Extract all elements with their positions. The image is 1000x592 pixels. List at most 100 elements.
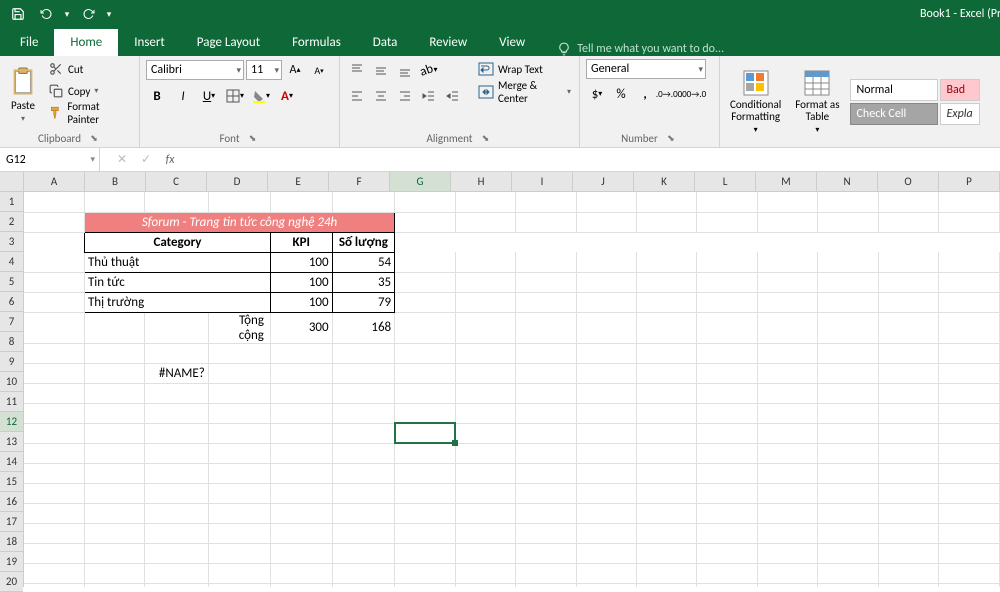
name-box[interactable]: G12 ▾ [0, 148, 100, 171]
clipboard-launcher[interactable]: ⬊ [87, 131, 101, 145]
cell-total-kpi[interactable]: 300 [270, 312, 332, 343]
merge-center-button[interactable]: Merge & Center ▾ [476, 82, 573, 102]
tell-me[interactable]: Tell me what you want to do... [557, 42, 724, 56]
col-header[interactable]: M [756, 172, 817, 191]
cell[interactable]: Tin tức [84, 272, 270, 292]
align-top-button[interactable] [346, 59, 368, 81]
increase-font-button[interactable]: A▴ [284, 59, 306, 81]
col-header[interactable]: H [451, 172, 512, 191]
col-header[interactable]: F [329, 172, 390, 191]
number-launcher[interactable]: ⬊ [664, 131, 678, 145]
row-header[interactable]: 14 [0, 452, 23, 472]
cell[interactable]: Thị trường [84, 292, 270, 312]
format-as-table-button[interactable]: Format as Table▾ [791, 67, 843, 137]
percent-button[interactable]: % [610, 83, 632, 105]
copy-button[interactable]: Copy ▾ [46, 81, 133, 101]
cell[interactable]: 100 [270, 292, 332, 312]
row-header[interactable]: 10 [0, 372, 23, 392]
conditional-formatting-button[interactable]: Conditional Formatting▾ [726, 67, 785, 137]
row-header[interactable]: 11 [0, 392, 23, 412]
tab-formulas[interactable]: Formulas [276, 29, 357, 56]
row-header[interactable]: 17 [0, 512, 23, 532]
number-format-combo[interactable]: General [586, 59, 706, 79]
orientation-button[interactable]: ab▾ [418, 59, 440, 81]
col-header[interactable]: D [207, 172, 268, 191]
bold-button[interactable]: B [146, 85, 168, 107]
font-launcher[interactable]: ⬊ [246, 131, 260, 145]
style-explanatory[interactable]: Expla [940, 103, 980, 125]
align-right-button[interactable] [394, 85, 416, 107]
row-header[interactable]: 20 [0, 572, 23, 592]
row-header[interactable]: 18 [0, 532, 23, 552]
fx-button[interactable]: fx [158, 148, 182, 171]
tab-file[interactable]: File [4, 29, 54, 56]
tab-home[interactable]: Home [54, 29, 118, 56]
col-header[interactable]: A [24, 172, 85, 191]
row-header[interactable]: 8 [0, 332, 23, 352]
cell[interactable]: 35 [332, 272, 395, 292]
align-bottom-button[interactable] [394, 59, 416, 81]
row-header[interactable]: 2 [0, 212, 23, 232]
cell-total-label[interactable]: Tộng cộng [208, 312, 270, 343]
tab-insert[interactable]: Insert [118, 29, 181, 56]
italic-button[interactable]: I [172, 85, 194, 107]
row-header[interactable]: 15 [0, 472, 23, 492]
row-header[interactable]: 16 [0, 492, 23, 512]
col-header[interactable]: B [85, 172, 146, 191]
align-center-button[interactable] [370, 85, 392, 107]
col-header[interactable]: J [573, 172, 634, 191]
col-header[interactable]: I [512, 172, 573, 191]
undo-icon[interactable] [34, 2, 58, 26]
increase-indent-button[interactable] [442, 85, 464, 107]
paste-button[interactable]: Paste ▾ [6, 59, 40, 131]
alignment-launcher[interactable]: ⬊ [479, 131, 493, 145]
row-header[interactable]: 19 [0, 552, 23, 572]
decrease-indent-button[interactable] [418, 85, 440, 107]
font-name-combo[interactable]: Calibri [146, 60, 244, 80]
col-header[interactable]: E [268, 172, 329, 191]
currency-button[interactable]: $▾ [586, 83, 608, 105]
cancel-formula-button[interactable]: ✕ [110, 148, 134, 171]
tab-data[interactable]: Data [357, 29, 414, 56]
cell-total-qty[interactable]: 168 [332, 312, 395, 343]
row-header[interactable]: 4 [0, 252, 23, 272]
borders-button[interactable]: ▾ [224, 85, 246, 107]
redo-icon[interactable] [76, 2, 100, 26]
row-header[interactable]: 12 [0, 412, 23, 432]
tab-view[interactable]: View [483, 29, 541, 56]
row-header[interactable]: 13 [0, 432, 23, 452]
active-cell[interactable] [395, 423, 455, 443]
cell[interactable]: 54 [332, 252, 395, 272]
cell[interactable]: 100 [270, 252, 332, 272]
tab-pagelayout[interactable]: Page Layout [181, 29, 276, 56]
decrease-font-button[interactable]: A▾ [308, 59, 330, 81]
wrap-text-button[interactable]: Wrap Text [476, 59, 573, 79]
row-header[interactable]: 3 [0, 232, 23, 252]
cell[interactable]: Thủ thuật [84, 252, 270, 272]
tab-review[interactable]: Review [413, 29, 483, 56]
fill-color-button[interactable]: ▾ [250, 85, 272, 107]
cell[interactable]: 79 [332, 292, 395, 312]
cell-title[interactable]: Sforum - Trang tin tức công nghệ 24h [84, 212, 394, 232]
save-icon[interactable] [6, 2, 30, 26]
col-header[interactable]: N [817, 172, 878, 191]
font-color-button[interactable]: A▾ [276, 85, 298, 107]
comma-button[interactable]: , [634, 83, 656, 105]
enter-formula-button[interactable]: ✓ [134, 148, 158, 171]
align-middle-button[interactable] [370, 59, 392, 81]
style-bad[interactable]: Bad [940, 79, 980, 101]
col-header[interactable]: O [878, 172, 939, 191]
row-header[interactable]: 9 [0, 352, 23, 372]
format-painter-button[interactable]: Format Painter [46, 103, 133, 123]
col-header[interactable]: L [695, 172, 756, 191]
cell-hdr-category[interactable]: Category [84, 232, 270, 252]
col-header[interactable]: P [939, 172, 1000, 191]
select-all-corner[interactable] [0, 172, 23, 192]
increase-decimal-button[interactable]: .0→.00 [658, 83, 680, 105]
cells[interactable]: Sforum - Trang tin tức công nghệ 24h Cat… [24, 192, 1000, 587]
style-normal[interactable]: Normal [850, 79, 938, 101]
font-size-combo[interactable]: 11 [246, 60, 282, 80]
row-header[interactable]: 7 [0, 312, 23, 332]
undo-dropdown[interactable]: ▾ [62, 2, 72, 26]
col-header[interactable]: G [390, 172, 451, 191]
